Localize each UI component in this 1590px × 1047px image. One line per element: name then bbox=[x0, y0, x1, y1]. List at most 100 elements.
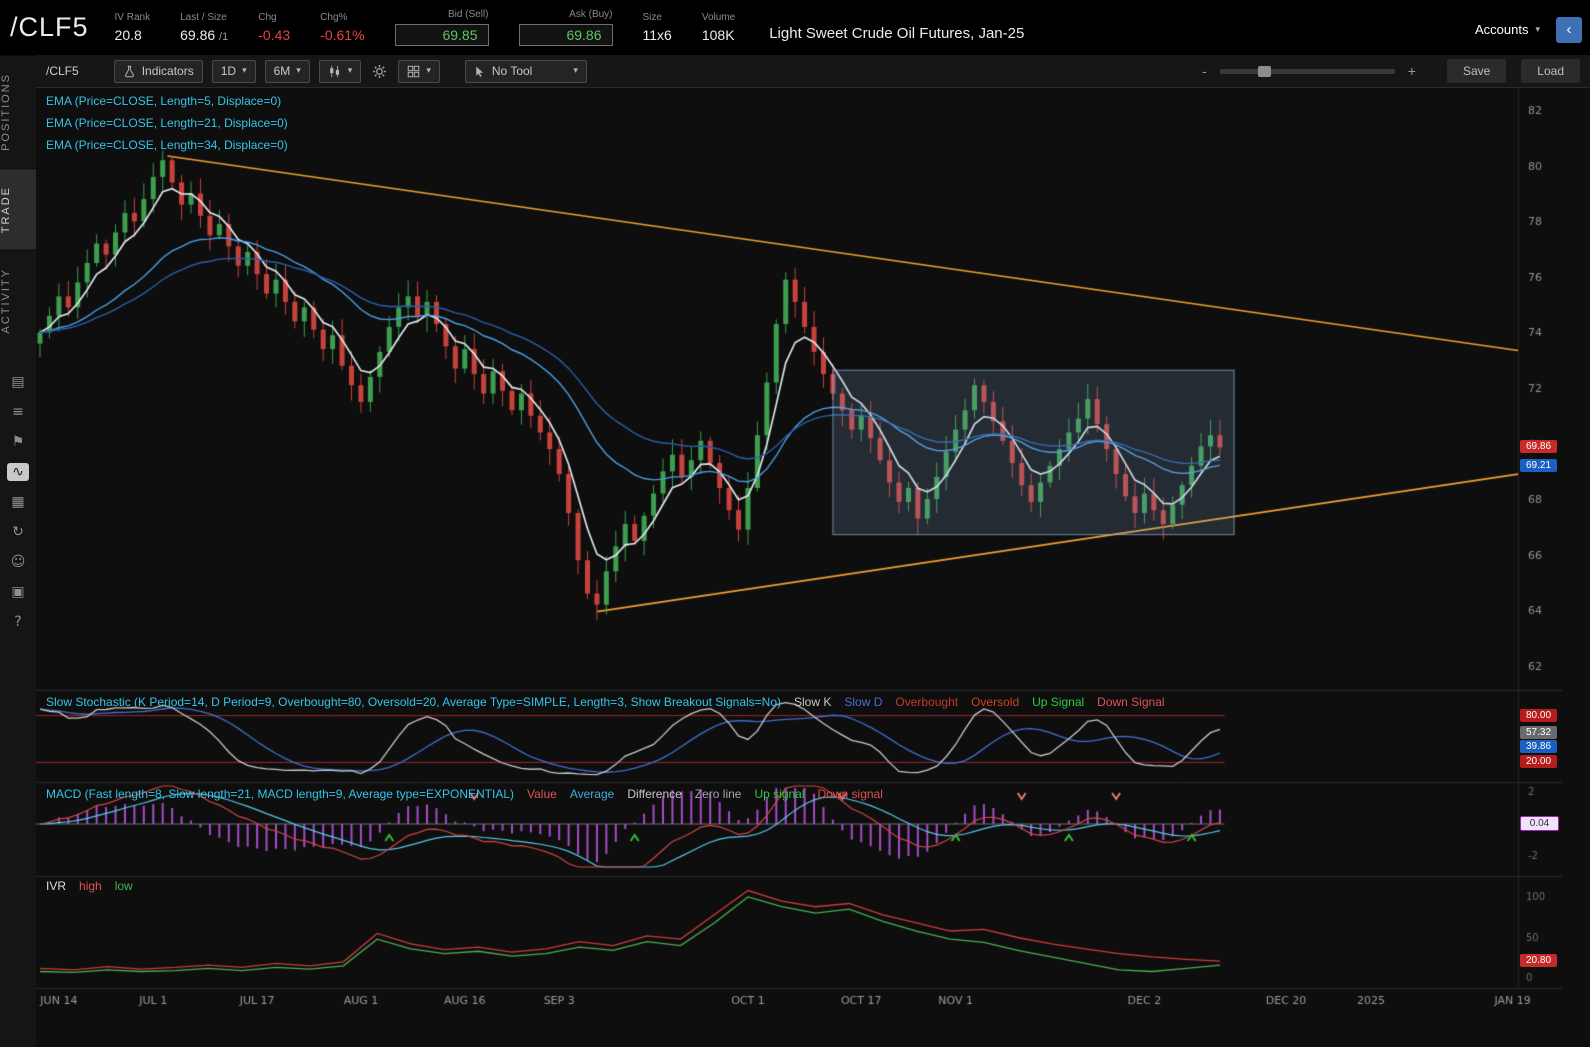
ivr-study-label[interactable]: IVR bbox=[46, 879, 66, 893]
ema21-legend[interactable]: EMA (Price=CLOSE, Length=21, Displace=0) bbox=[46, 112, 288, 134]
chg-pct-label: Chg% bbox=[320, 12, 348, 23]
price-chart-canvas[interactable] bbox=[36, 88, 1590, 1047]
zoom-in-button[interactable]: + bbox=[1404, 63, 1420, 79]
sidebar-icon-rail: ▤ ≡ ⚑ ∿ ▦ ↻ ☺ ▣? bbox=[0, 369, 36, 635]
chevron-down-icon: ▾ bbox=[296, 66, 301, 76]
zoom-slider-handle[interactable] bbox=[1258, 65, 1272, 77]
indicators-icon bbox=[124, 65, 134, 77]
grid-icon: ▦ bbox=[11, 493, 25, 510]
watchlist-icon: ≡ bbox=[12, 403, 24, 420]
quote-field-ask: Ask (Buy) 69.86 bbox=[518, 9, 613, 46]
range-value: 6M bbox=[273, 64, 291, 78]
timeframe-dropdown[interactable]: 1D ▾ bbox=[211, 59, 256, 83]
charts-icon: ∿ bbox=[7, 462, 29, 481]
sidebar-tab-positions[interactable]: POSITIONS bbox=[0, 55, 36, 168]
sidebar-icon-charts[interactable]: ∿ bbox=[0, 459, 36, 485]
legend-slow-d: Slow D bbox=[844, 695, 883, 709]
load-button[interactable]: Load bbox=[1521, 59, 1580, 83]
grid-layout-icon bbox=[408, 65, 420, 77]
left-sidebar: POSITIONS TRADE ACTIVITY ▤ ≡ ⚑ ∿ ▦ ↻ ☺ ▣? bbox=[0, 55, 37, 1047]
indicators-label: Indicators bbox=[141, 64, 194, 78]
help-icon: ? bbox=[14, 613, 22, 630]
sidebar-icon-watchlist[interactable]: ≡ bbox=[0, 399, 36, 425]
ivr-label-row: IVR high low bbox=[46, 879, 133, 893]
chg-pct-value: -0.61% bbox=[320, 27, 365, 43]
legend-up-signal: Up signal bbox=[754, 787, 805, 801]
chart-type-dropdown[interactable]: ▾ bbox=[318, 59, 362, 83]
range-dropdown[interactable]: 6M ▾ bbox=[264, 59, 310, 83]
size-label: Size bbox=[642, 12, 662, 23]
quote-field-bid: Bid (Sell) 69.85 bbox=[394, 9, 489, 46]
chart-toolbar: /CLF5 Indicators 1D ▾ 6M ▾ ▾ ▾ No Tool ▾… bbox=[36, 55, 1590, 88]
accounts-label: Accounts bbox=[1474, 22, 1529, 37]
save-button[interactable]: Save bbox=[1446, 59, 1507, 83]
drawing-tool-dropdown[interactable]: No Tool ▾ bbox=[464, 59, 587, 83]
macd-study-label[interactable]: MACD (Fast length=8, Slow length=21, MAC… bbox=[46, 787, 514, 801]
sidebar-tab-trade[interactable]: TRADE bbox=[0, 167, 36, 251]
ema34-legend[interactable]: EMA (Price=CLOSE, Length=34, Displace=0) bbox=[46, 134, 288, 156]
size-value: 11x6 bbox=[642, 27, 672, 43]
ask-label: Ask (Buy) bbox=[569, 9, 613, 20]
bid-label: Bid (Sell) bbox=[447, 9, 489, 20]
timeframe-value: 1D bbox=[220, 64, 237, 78]
legend-high: high bbox=[79, 879, 102, 893]
zoom-out-button[interactable]: - bbox=[1198, 63, 1211, 79]
macd-label-row: MACD (Fast length=8, Slow length=21, MAC… bbox=[46, 787, 883, 801]
legend-down-signal: Down signal bbox=[817, 787, 883, 801]
layout-dropdown[interactable]: ▾ bbox=[398, 59, 440, 83]
chg-value: -0.43 bbox=[258, 27, 291, 43]
ema5-legend[interactable]: EMA (Price=CLOSE, Length=5, Displace=0) bbox=[46, 90, 288, 112]
quotes-icon: ▤ bbox=[11, 373, 25, 390]
duplicate-icon: ▣ bbox=[11, 583, 25, 600]
legend-oversold: Oversold bbox=[971, 695, 1020, 709]
chevron-down-icon: ▾ bbox=[426, 66, 431, 76]
drawing-tool-value: No Tool bbox=[491, 64, 533, 78]
quote-field-chg: Chg -0.43 bbox=[258, 12, 290, 43]
candlestick-chart-icon bbox=[329, 65, 339, 77]
chg-label: Chg bbox=[258, 12, 277, 23]
quote-field-last-size: Last / Size 69.86 /1 bbox=[180, 12, 228, 43]
legend-zero-line: Zero line bbox=[694, 787, 742, 801]
trading-app: /CLF5 IV Rank 20.8 Last / Size 69.86 /1 … bbox=[0, 0, 1590, 1047]
sidebar-icon-grid[interactable]: ▦ bbox=[0, 489, 36, 515]
chevron-down-icon: ▾ bbox=[1535, 24, 1540, 35]
toolbar-symbol: /CLF5 bbox=[46, 64, 79, 78]
sidebar-tabs: POSITIONS TRADE ACTIVITY bbox=[0, 55, 36, 351]
quote-field-iv-rank: IV Rank 20.8 bbox=[115, 12, 151, 43]
sidebar-icon-alerts[interactable]: ⚑ bbox=[0, 429, 36, 455]
quote-field-size: Size 11x6 bbox=[643, 12, 672, 43]
sidebar-icon-duplicate[interactable]: ▣ bbox=[0, 579, 36, 605]
indicators-button[interactable]: Indicators bbox=[113, 59, 203, 83]
stochastic-label-row: Slow Stochastic (K Period=14, D Period=9… bbox=[46, 695, 1165, 709]
legend-overbought: Overbought bbox=[895, 695, 959, 709]
legend-difference: Difference bbox=[627, 787, 682, 801]
quote-field-volume: Volume 108K bbox=[702, 12, 735, 43]
community-icon: ☺ bbox=[10, 553, 26, 570]
last-size-value: 69.86 /1 bbox=[180, 27, 229, 43]
ask-button[interactable]: 69.86 bbox=[518, 24, 613, 46]
quote-header: /CLF5 IV Rank 20.8 Last / Size 69.86 /1 … bbox=[0, 0, 1590, 55]
ema-legend: EMA (Price=CLOSE, Length=5, Displace=0) … bbox=[46, 90, 288, 156]
stochastic-study-label[interactable]: Slow Stochastic (K Period=14, D Period=9… bbox=[46, 695, 781, 709]
bid-button[interactable]: 69.85 bbox=[394, 24, 489, 46]
sidebar-icon-history[interactable]: ↻ bbox=[0, 519, 36, 545]
cursor-icon bbox=[476, 66, 483, 77]
alerts-icon: ⚑ bbox=[11, 433, 25, 450]
chevron-down-icon: ▾ bbox=[242, 66, 247, 76]
zoom-slider[interactable] bbox=[1219, 65, 1395, 77]
iv-rank-label: IV Rank bbox=[114, 12, 151, 23]
chevron-down-icon: ▾ bbox=[347, 66, 353, 76]
volume-value: 108K bbox=[701, 27, 735, 43]
collapse-panel-button[interactable]: ‹ bbox=[1556, 16, 1582, 43]
sidebar-icon-quotes[interactable]: ▤ bbox=[0, 369, 36, 395]
accounts-menu[interactable]: Accounts ▾ bbox=[1475, 18, 1540, 37]
chart-area: EMA (Price=CLOSE, Length=5, Displace=0) … bbox=[36, 88, 1590, 1047]
volume-label: Volume bbox=[701, 12, 736, 23]
quote-field-chg-pct: Chg% -0.61% bbox=[320, 12, 364, 43]
sidebar-icon-help[interactable]: ? bbox=[0, 609, 36, 635]
sidebar-icon-community[interactable]: ☺ bbox=[0, 549, 36, 575]
iv-rank-value: 20.8 bbox=[114, 27, 142, 43]
sidebar-tab-activity[interactable]: ACTIVITY bbox=[0, 250, 36, 351]
legend-up-signal: Up Signal bbox=[1032, 695, 1085, 709]
chart-settings-button[interactable] bbox=[370, 64, 389, 79]
